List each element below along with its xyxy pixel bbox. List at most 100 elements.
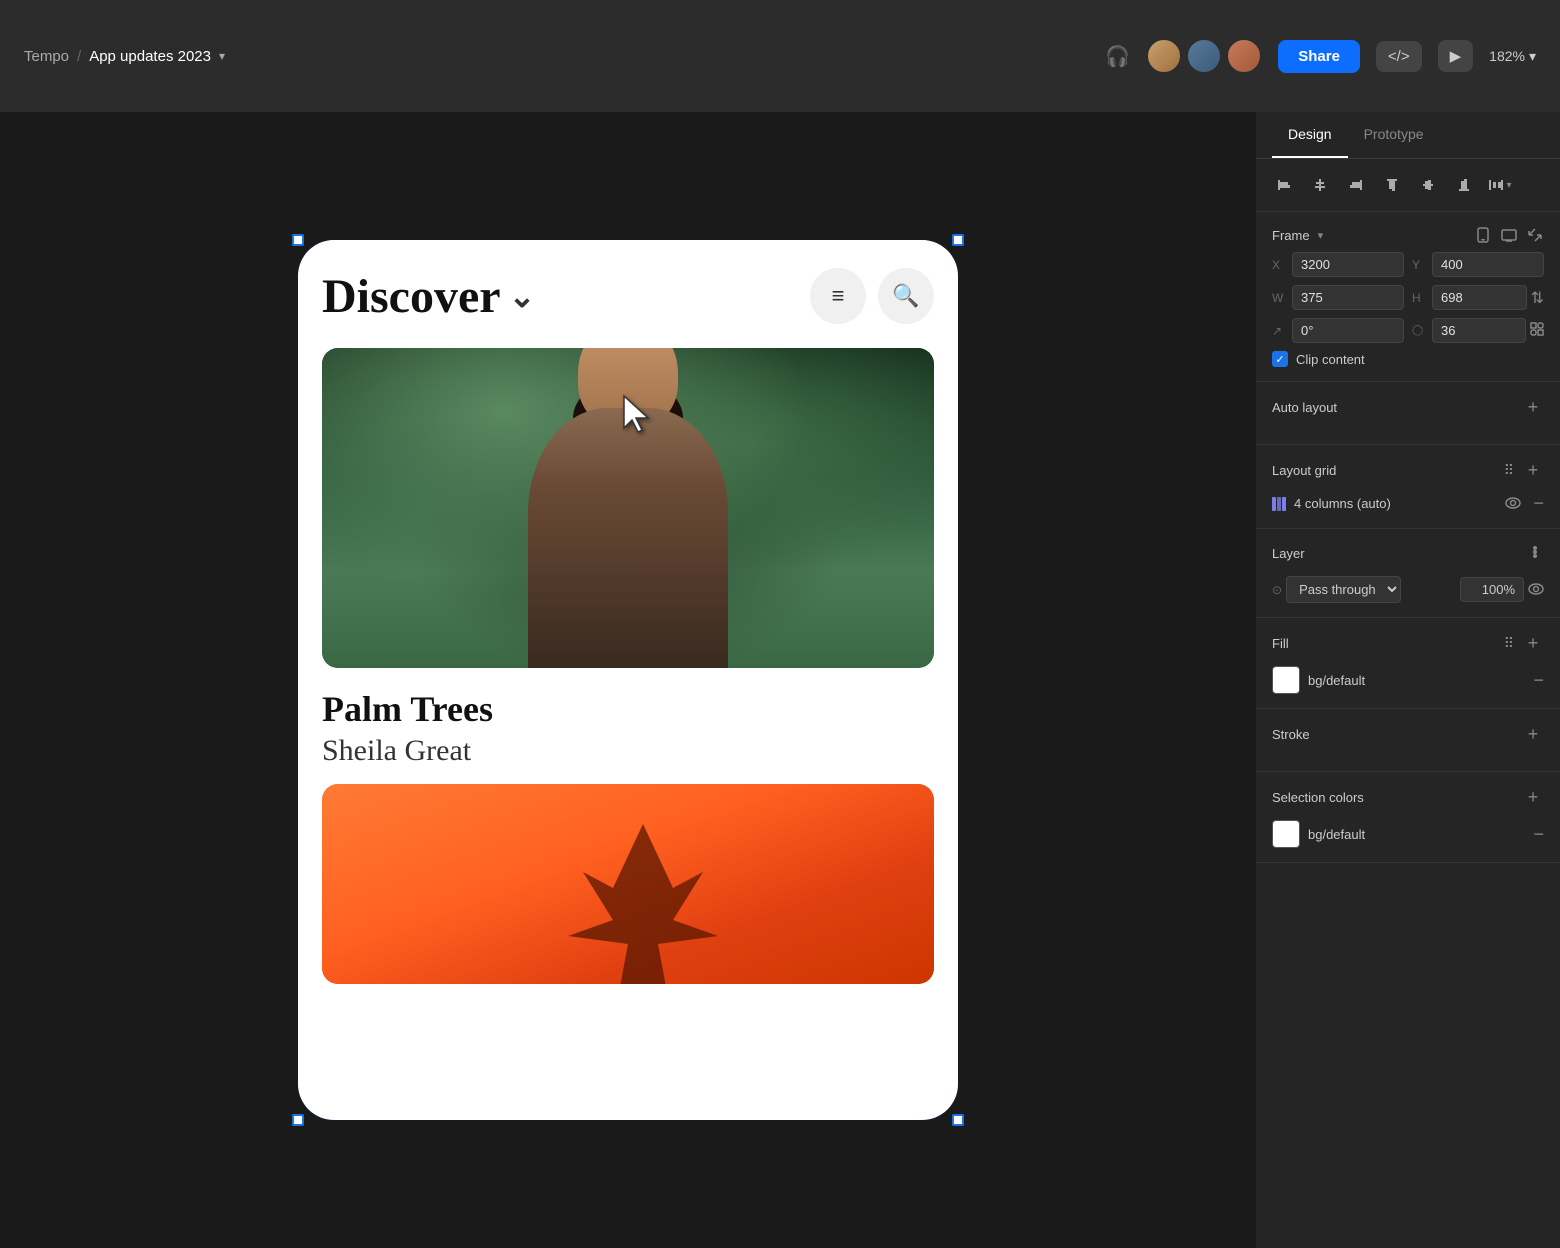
selection-colors-header: Selection colors + [1272, 786, 1544, 808]
fill-title: Fill [1272, 636, 1289, 651]
layout-grid-header: Layout grid ⠿ + [1272, 459, 1544, 481]
corner-input[interactable] [1432, 318, 1526, 343]
h-label: H [1412, 291, 1428, 305]
topbar: Tempo / App updates 2023 ▾ 🎧 Share </> ▶… [0, 0, 1560, 112]
clip-content-row: ✓ Clip content [1272, 351, 1544, 367]
x-field: X [1272, 252, 1404, 277]
code-button[interactable]: </> [1376, 41, 1422, 72]
filter-icon-circle[interactable]: ≡ [810, 268, 866, 324]
rotation-row: ↗ ◯ [1272, 318, 1544, 343]
panel-tabs: Design Prototype [1256, 112, 1560, 159]
breadcrumb-app: Tempo [24, 48, 69, 65]
y-field: Y [1412, 252, 1544, 277]
remove-fill-button[interactable]: − [1533, 670, 1544, 691]
handle-top-left[interactable] [292, 234, 304, 246]
add-auto-layout-button[interactable]: + [1522, 396, 1544, 418]
frame-wrapper[interactable]: Discover ⌄ ≡ 🔍 [298, 240, 958, 1120]
add-fill-button[interactable]: + [1522, 632, 1544, 654]
nature-photo-card [322, 348, 934, 668]
h-input[interactable] [1432, 285, 1527, 310]
discover-chevron-icon: ⌄ [509, 277, 536, 315]
y-input[interactable] [1432, 252, 1544, 277]
corner-field: ◯ [1412, 318, 1544, 343]
handle-bottom-left[interactable] [292, 1114, 304, 1126]
zoom-level: 182% [1489, 48, 1525, 64]
align-middle-button[interactable] [1412, 169, 1444, 201]
fill-header: Fill ⠿ + [1272, 632, 1544, 654]
remove-layout-grid-button[interactable]: − [1533, 493, 1544, 514]
frame-phone-icon[interactable] [1474, 226, 1492, 244]
filter-icon: ≡ [832, 283, 845, 309]
add-stroke-button[interactable]: + [1522, 723, 1544, 745]
layer-title: Layer [1272, 546, 1305, 561]
layer-visibility-button[interactable] [1528, 582, 1544, 598]
rotation-field: ↗ [1272, 318, 1404, 343]
rotation-input[interactable] [1292, 318, 1404, 343]
person-silhouette [528, 408, 728, 668]
auto-layout-header: Auto layout + [1272, 396, 1544, 418]
align-right-button[interactable] [1340, 169, 1372, 201]
fill-dots-button[interactable]: ⠿ [1504, 635, 1514, 652]
blend-mode-select[interactable]: Pass through [1286, 576, 1401, 603]
orange-photo-card [322, 784, 934, 984]
layout-grid-dots-button[interactable]: ⠿ [1504, 462, 1514, 479]
zoom-chevron-icon: ▾ [1529, 48, 1536, 65]
tab-design[interactable]: Design [1272, 112, 1348, 158]
corner-label: ◯ [1412, 325, 1428, 336]
search-icon-circle[interactable]: 🔍 [878, 268, 934, 324]
frame-chevron-icon[interactable]: ▾ [1318, 229, 1324, 242]
align-center-v-button[interactable] [1304, 169, 1336, 201]
topbar-left: Tempo / App updates 2023 ▾ [24, 48, 1105, 65]
frame-resize-icon[interactable] [1526, 226, 1544, 244]
opacity-input[interactable] [1460, 577, 1524, 602]
share-button[interactable]: Share [1278, 40, 1360, 73]
headphones-icon: 🎧 [1105, 44, 1130, 69]
frame-label: Frame [1272, 228, 1310, 243]
stroke-title: Stroke [1272, 727, 1310, 742]
stroke-header: Stroke + [1272, 723, 1544, 745]
play-button[interactable]: ▶ [1438, 40, 1474, 72]
handle-top-right[interactable] [952, 234, 964, 246]
fill-swatch-row: bg/default − [1272, 666, 1544, 694]
discover-text: Discover [322, 269, 501, 324]
fill-color-swatch[interactable] [1272, 666, 1300, 694]
layer-options-button[interactable] [1526, 543, 1544, 564]
selection-color-swatch[interactable] [1272, 820, 1300, 848]
selection-colors-section: Selection colors + bg/default − [1256, 772, 1560, 863]
add-layout-grid-button[interactable]: + [1522, 459, 1544, 481]
code-icon: </> [1388, 48, 1410, 65]
layout-grid-section: Layout grid ⠿ + 4 columns (auto) − [1256, 445, 1560, 529]
layer-row: ⊙ Pass through [1272, 576, 1544, 603]
add-selection-color-button[interactable]: + [1522, 786, 1544, 808]
align-bottom-button[interactable] [1448, 169, 1480, 201]
layout-grid-row: 4 columns (auto) − [1272, 493, 1544, 514]
distribute-button[interactable]: ▾ [1484, 169, 1516, 201]
properties-grid: X Y W H ⇅ [1272, 252, 1544, 310]
tab-prototype[interactable]: Prototype [1348, 112, 1440, 158]
topbar-center: 🎧 Share </> ▶ 182% ▾ [1105, 38, 1536, 74]
clip-content-checkbox[interactable]: ✓ [1272, 351, 1288, 367]
breadcrumb-chevron-icon[interactable]: ▾ [219, 49, 225, 63]
discover-title: Discover ⌄ [322, 269, 535, 324]
w-input[interactable] [1292, 285, 1404, 310]
phone-content: Discover ⌄ ≡ 🔍 [298, 240, 958, 1032]
align-left-button[interactable] [1268, 169, 1300, 201]
canvas-area: Discover ⌄ ≡ 🔍 [0, 112, 1256, 1248]
constrain-proportions-button[interactable]: ⇅ [1531, 288, 1544, 308]
avatar-1 [1146, 38, 1182, 74]
rotation-label: ↗ [1272, 324, 1288, 338]
fill-label: bg/default [1308, 673, 1365, 688]
x-input[interactable] [1292, 252, 1404, 277]
play-icon: ▶ [1450, 47, 1462, 65]
avatar-3 [1226, 38, 1262, 74]
frame-desktop-icon[interactable] [1500, 226, 1518, 244]
align-top-button[interactable] [1376, 169, 1408, 201]
discover-icons: ≡ 🔍 [810, 268, 934, 324]
handle-bottom-right[interactable] [952, 1114, 964, 1126]
zoom-control[interactable]: 182% ▾ [1489, 48, 1536, 65]
y-label: Y [1412, 258, 1428, 272]
layout-grid-visibility-button[interactable] [1505, 496, 1521, 512]
breadcrumb-page[interactable]: App updates 2023 [89, 48, 211, 65]
remove-selection-color-button[interactable]: − [1533, 824, 1544, 845]
corner-type-button[interactable] [1530, 322, 1544, 339]
